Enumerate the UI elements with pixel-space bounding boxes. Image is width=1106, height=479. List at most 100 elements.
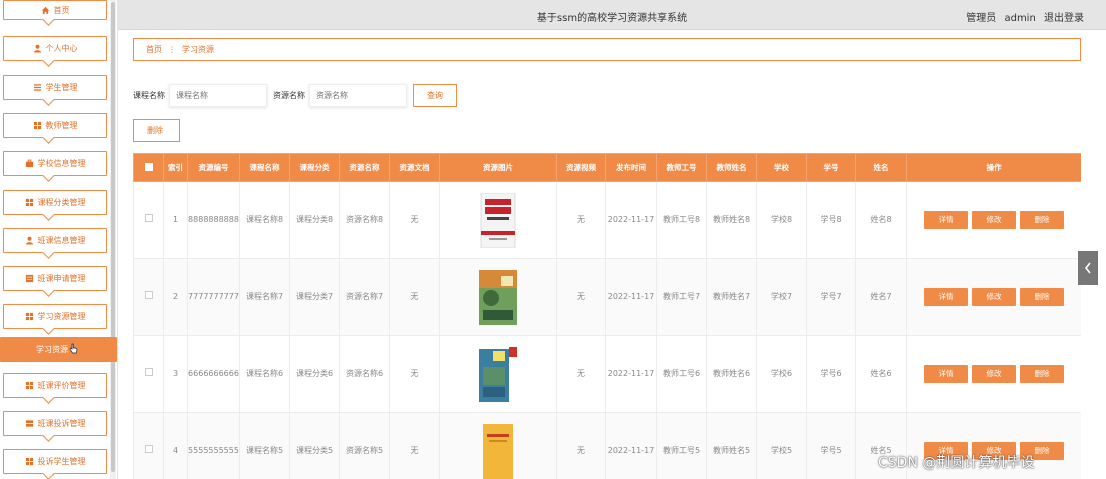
sidebar-item[interactable]: 班课申请管理 <box>3 266 107 291</box>
batch-delete-button[interactable]: 删除 <box>133 119 180 142</box>
stack-icon <box>25 419 34 428</box>
resource-cover-image <box>479 269 517 325</box>
delete-button[interactable]: 删除 <box>1020 288 1064 306</box>
cell-school: 学校5 <box>756 412 807 479</box>
cell-code: 6666666666 <box>187 335 240 413</box>
cell-teacher: 教师姓名6 <box>706 335 757 413</box>
home-icon <box>41 6 50 15</box>
table-icon <box>25 274 34 283</box>
sidebar-item-label: 学校信息管理 <box>37 159 86 168</box>
sidebar-item[interactable]: 班课评价管理 <box>3 373 107 398</box>
table-header: 索引 资源编号 课程名称 课程分类 资源名称 资源文档 资源图片 资源视频 发布时间 教师工号 教师… <box>133 153 1081 182</box>
sidebar-item[interactable]: 投诉学生管理 <box>3 449 107 474</box>
cell-doc: 无 <box>389 335 440 413</box>
edit-button[interactable]: 修改 <box>972 288 1016 306</box>
column-header: 资源编号 <box>187 153 240 182</box>
row-checkbox[interactable] <box>144 368 153 376</box>
hand-cursor-icon <box>69 343 78 356</box>
row-select-cell <box>133 335 164 413</box>
cell-teacher_no: 教师工号6 <box>656 335 707 413</box>
resource-name-input[interactable] <box>309 83 407 107</box>
cell-index: 3 <box>163 335 188 413</box>
select-all-header[interactable] <box>133 153 164 182</box>
detail-button[interactable]: 详情 <box>924 211 968 229</box>
cell-time: 2022-11-17 <box>605 258 657 336</box>
sidebar-item[interactable]: 班课信息管理 <box>3 228 107 253</box>
cell-category: 课程分类5 <box>289 412 340 479</box>
watermark: CSDN @荆圆计算机毕设 <box>878 455 1035 471</box>
cell-doc: 无 <box>389 181 440 259</box>
edit-button[interactable]: 修改 <box>972 211 1016 229</box>
sidebar-item-label: 投诉学生管理 <box>37 457 86 466</box>
table-row: 1 8888888888 课程名称8 课程分类8 资源名称8 无无 2022-11-17 教师… <box>133 181 1081 259</box>
cell-course: 课程名称6 <box>239 335 290 413</box>
cell-name: 姓名7 <box>855 258 907 336</box>
cell-school: 学校8 <box>756 181 807 259</box>
sidebar-item[interactable]: 教师管理 <box>3 113 107 138</box>
table-body: 1 8888888888 课程名称8 课程分类8 资源名称8 无无 2022-11-17 教师… <box>133 181 1081 479</box>
query-button[interactable]: 查询 <box>413 83 457 107</box>
cell-video: 无 <box>556 181 606 259</box>
row-select-cell <box>133 181 164 259</box>
breadcrumb-current: 学习资源 <box>182 45 214 54</box>
delete-button[interactable]: 删除 <box>1020 211 1064 229</box>
row-checkbox[interactable] <box>144 214 153 222</box>
row-actions: 详情 修改 删除 <box>906 335 1081 413</box>
sidebar-item-label: 班课申请管理 <box>37 274 86 283</box>
cell-resource: 资源名称7 <box>339 258 390 336</box>
column-header: 教师工号 <box>656 153 707 182</box>
sidebar-item[interactable]: 学习资源 <box>0 337 117 362</box>
cell-student_no: 学号5 <box>806 412 856 479</box>
cell-doc: 无 <box>389 258 440 336</box>
sidebar-scrollbar-thumb[interactable] <box>111 2 115 472</box>
sidebar-item[interactable]: 个人中心 <box>3 36 107 61</box>
cell-teacher: 教师姓名8 <box>706 181 757 259</box>
sidebar-item[interactable]: 课程分类管理 <box>3 190 107 215</box>
sidebar-item[interactable]: 学生管理 <box>3 75 107 100</box>
sidebar: 首页 个人中心 学生管理 教师管理 学校信息管理 课程分类管理 班课信息管理 班课申请管理 学习… <box>0 0 118 479</box>
cell-index: 4 <box>163 412 188 479</box>
cell-school: 学校6 <box>756 335 807 413</box>
detail-button[interactable]: 详情 <box>924 365 968 383</box>
cell-name: 姓名8 <box>855 181 907 259</box>
cell-time: 2022-11-17 <box>605 335 657 413</box>
column-header: 教师姓名 <box>706 153 757 182</box>
sidebar-item-label: 班课评价管理 <box>37 381 86 390</box>
sidebar-item-label: 学习资源管理 <box>37 312 86 321</box>
sidebar-item[interactable]: 班课投诉管理 <box>3 411 107 436</box>
column-header: 课程分类 <box>289 153 340 182</box>
grid-icon <box>33 121 42 130</box>
username-label: admin <box>1004 13 1036 24</box>
cell-video: 无 <box>556 335 606 413</box>
row-checkbox[interactable] <box>144 445 153 453</box>
row-checkbox[interactable] <box>144 291 153 299</box>
grid-icon <box>25 381 34 390</box>
collapse-panel-tab[interactable] <box>1078 251 1098 285</box>
grid-icon <box>25 457 34 466</box>
course-name-input[interactable] <box>169 83 267 107</box>
row-actions: 详情 修改 删除 <box>906 258 1081 336</box>
sidebar-item-label: 班课信息管理 <box>37 236 86 245</box>
detail-button[interactable]: 详情 <box>924 288 968 306</box>
resource-image-cell <box>439 181 557 259</box>
sidebar-item[interactable]: 学校信息管理 <box>3 151 107 176</box>
cell-course: 课程名称7 <box>239 258 290 336</box>
cell-student_no: 学号7 <box>806 258 856 336</box>
cell-teacher_no: 教师工号7 <box>656 258 707 336</box>
resource-cover-image <box>479 346 517 402</box>
sidebar-item[interactable]: 首页 <box>3 0 107 20</box>
edit-button[interactable]: 修改 <box>972 365 1016 383</box>
select-all-checkbox[interactable] <box>144 162 153 171</box>
logout-link[interactable]: 退出登录 <box>1044 13 1084 24</box>
resource-cover-image <box>483 423 513 479</box>
column-header: 资源文档 <box>389 153 440 182</box>
column-header: 资源图片 <box>439 153 557 182</box>
breadcrumb-home[interactable]: 首页 <box>146 44 162 55</box>
sidebar-item[interactable]: 学习资源管理 <box>3 304 107 329</box>
row-select-cell <box>133 412 164 479</box>
delete-button[interactable]: 删除 <box>1020 365 1064 383</box>
user-icon <box>33 44 42 53</box>
row-select-cell <box>133 258 164 336</box>
list-icon <box>33 83 42 92</box>
course-name-label: 课程名称 <box>133 90 165 100</box>
